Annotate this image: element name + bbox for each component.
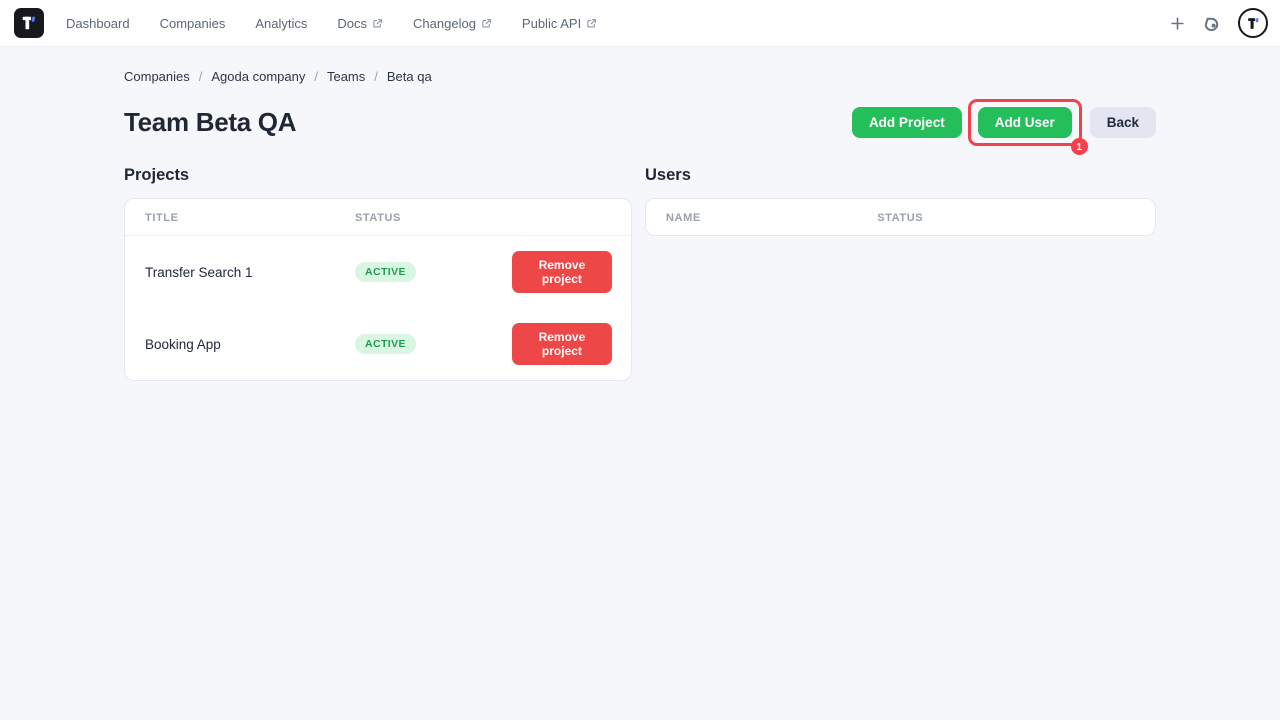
plus-icon[interactable] xyxy=(1170,16,1185,31)
page-content: Companies / Agoda company / Teams / Beta… xyxy=(124,69,1156,381)
status-badge: ACTIVE xyxy=(355,334,416,354)
nav-label: Analytics xyxy=(255,16,307,31)
users-section: Users NAME STATUS xyxy=(645,166,1156,381)
nav-item-changelog[interactable]: Changelog xyxy=(413,16,492,31)
breadcrumb-teams[interactable]: Teams xyxy=(327,69,365,84)
nav-label: Public API xyxy=(522,16,581,31)
breadcrumb-separator: / xyxy=(199,69,203,84)
project-row: Transfer Search 1 ACTIVE Remove project xyxy=(125,236,631,309)
user-avatar[interactable] xyxy=(1238,8,1268,38)
nav-item-analytics[interactable]: Analytics xyxy=(255,16,307,31)
external-link-icon xyxy=(586,18,597,29)
project-action-cell: Remove project xyxy=(492,236,631,309)
nav-item-dashboard[interactable]: Dashboard xyxy=(66,16,130,31)
projects-col-title: TITLE xyxy=(125,199,335,236)
project-row: Booking App ACTIVE Remove project xyxy=(125,308,631,380)
nav-label: Changelog xyxy=(413,16,476,31)
add-user-button[interactable]: Add User xyxy=(978,107,1072,138)
projects-table: TITLE STATUS Transfer Search 1 ACTIVE xyxy=(125,199,631,380)
projects-heading: Projects xyxy=(124,166,632,185)
page-actions: Add Project Add User 1 Back xyxy=(852,99,1156,146)
external-link-icon xyxy=(372,18,383,29)
navbar-right xyxy=(1170,8,1268,38)
main-nav: Dashboard Companies Analytics Docs Chang… xyxy=(66,16,597,31)
projects-col-actions xyxy=(492,199,631,236)
feed-icon[interactable] xyxy=(1202,14,1221,33)
nav-item-docs[interactable]: Docs xyxy=(337,16,383,31)
back-button[interactable]: Back xyxy=(1090,107,1156,138)
status-badge: ACTIVE xyxy=(355,262,416,282)
nav-item-companies[interactable]: Companies xyxy=(160,16,226,31)
nav-label: Docs xyxy=(337,16,367,31)
users-col-status: STATUS xyxy=(857,199,1155,235)
breadcrumb: Companies / Agoda company / Teams / Beta… xyxy=(124,69,1156,84)
annotation-highlight-box: Add User 1 xyxy=(968,99,1082,146)
project-status-cell: ACTIVE xyxy=(335,236,492,309)
projects-header-row: TITLE STATUS xyxy=(125,199,631,236)
content-columns: Projects TITLE STATUS Transfer Search 1 xyxy=(124,166,1156,381)
breadcrumb-separator: / xyxy=(314,69,318,84)
top-navbar: Dashboard Companies Analytics Docs Chang… xyxy=(0,0,1280,47)
app-logo[interactable] xyxy=(14,8,44,38)
nav-label: Dashboard xyxy=(66,16,130,31)
projects-col-status: STATUS xyxy=(335,199,492,236)
projects-section: Projects TITLE STATUS Transfer Search 1 xyxy=(124,166,632,381)
breadcrumb-companies[interactable]: Companies xyxy=(124,69,190,84)
remove-project-button[interactable]: Remove project xyxy=(512,323,612,365)
annotation-step-badge: 1 xyxy=(1071,138,1088,155)
brand-t-icon xyxy=(19,13,39,33)
breadcrumb-company[interactable]: Agoda company xyxy=(211,69,305,84)
external-link-icon xyxy=(481,18,492,29)
users-heading: Users xyxy=(645,166,1156,185)
project-title: Transfer Search 1 xyxy=(125,236,335,309)
users-header-row: NAME STATUS xyxy=(646,199,1155,235)
nav-item-public-api[interactable]: Public API xyxy=(522,16,597,31)
avatar-t-icon xyxy=(1245,15,1262,32)
users-card: NAME STATUS xyxy=(645,198,1156,236)
project-status-cell: ACTIVE xyxy=(335,308,492,380)
users-col-name: NAME xyxy=(646,199,857,235)
project-action-cell: Remove project xyxy=(492,308,631,380)
users-table: NAME STATUS xyxy=(646,199,1155,235)
remove-project-button[interactable]: Remove project xyxy=(512,251,612,293)
nav-label: Companies xyxy=(160,16,226,31)
project-title: Booking App xyxy=(125,308,335,380)
projects-card: TITLE STATUS Transfer Search 1 ACTIVE xyxy=(124,198,632,381)
page-header: Team Beta QA Add Project Add User 1 Back xyxy=(124,99,1156,146)
breadcrumb-separator: / xyxy=(374,69,378,84)
breadcrumb-current-team: Beta qa xyxy=(387,69,432,84)
page-title: Team Beta QA xyxy=(124,107,296,138)
add-project-button[interactable]: Add Project xyxy=(852,107,962,138)
